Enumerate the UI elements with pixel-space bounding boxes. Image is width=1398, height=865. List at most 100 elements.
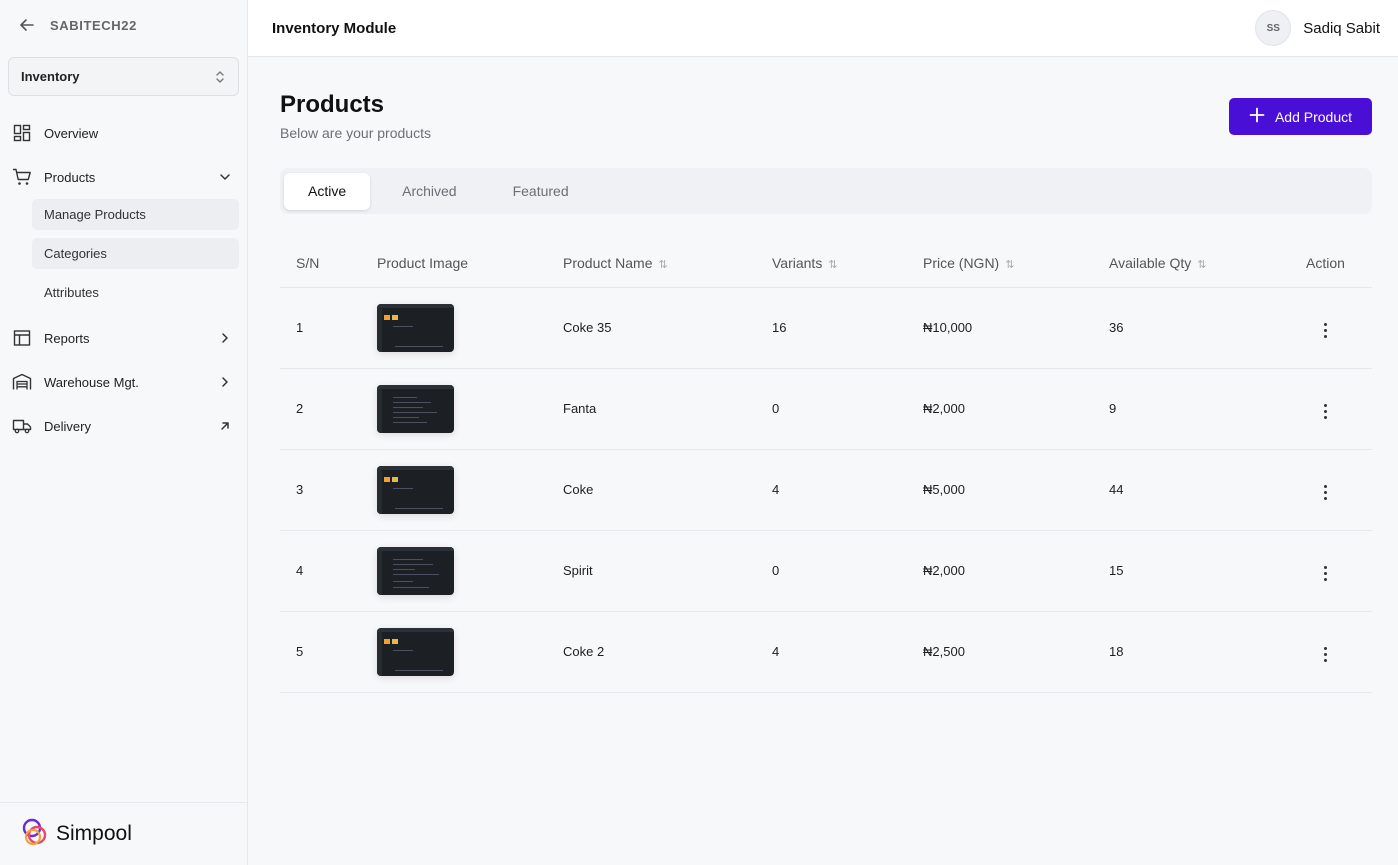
cell-action — [1279, 449, 1372, 531]
sidebar-item-overview[interactable]: Overview — [0, 111, 247, 155]
chevron-right-icon — [217, 374, 233, 390]
cart-icon — [12, 167, 32, 187]
column-header-sn: S/N — [280, 240, 377, 288]
brand-name: Simpool — [56, 822, 132, 845]
cell-name: Coke 35 — [563, 287, 772, 369]
add-product-button[interactable]: Add Product — [1229, 98, 1372, 135]
sort-icon[interactable]: ⇅ — [1005, 258, 1014, 271]
cell-qty: 18 — [1109, 611, 1279, 693]
cell-image — [377, 449, 563, 531]
products-table: S/N Product Image Product Name ⇅ Variants… — [280, 240, 1372, 693]
table-row[interactable]: 5 Coke 2 4 ₦2,500 18 — [280, 611, 1372, 693]
cell-variants: 16 — [772, 287, 923, 369]
table-row[interactable]: 2 Fanta 0 ₦2,000 9 — [280, 368, 1372, 450]
product-image[interactable] — [377, 627, 454, 676]
sidebar-item-label: Warehouse Mgt. — [44, 374, 139, 390]
more-vertical-icon[interactable] — [1316, 483, 1336, 503]
column-header-variants[interactable]: Variants ⇅ — [772, 240, 923, 288]
cell-qty: 15 — [1109, 530, 1279, 612]
product-image[interactable] — [377, 546, 454, 595]
cell-variants: 0 — [772, 530, 923, 612]
product-image[interactable] — [377, 384, 454, 433]
org-header: SABITECH22 — [0, 0, 247, 50]
sidebar-item-label: Reports — [44, 330, 90, 346]
cell-sn: 4 — [280, 530, 377, 612]
more-vertical-icon[interactable] — [1316, 645, 1336, 665]
cell-image — [377, 287, 563, 369]
report-icon — [12, 328, 32, 348]
back-arrow-icon[interactable] — [18, 16, 36, 34]
page-header: Products Below are your products Add Pro… — [280, 91, 1372, 141]
module-select[interactable]: Inventory — [8, 57, 239, 96]
sidebar-item-warehouse[interactable]: Warehouse Mgt. — [0, 360, 247, 404]
cell-image — [377, 611, 563, 693]
user-name: Sadiq Sabit — [1303, 19, 1380, 37]
external-link-icon — [217, 418, 233, 434]
cell-price: ₦10,000 — [923, 287, 1109, 369]
topbar: Inventory Module SS Sadiq Sabit — [248, 0, 1398, 57]
tab-featured[interactable]: Featured — [489, 173, 593, 210]
cell-image — [377, 530, 563, 612]
sort-icon[interactable]: ⇅ — [658, 258, 667, 271]
chevron-down-icon — [217, 169, 233, 185]
cell-action — [1279, 368, 1372, 450]
chevron-right-icon — [217, 330, 233, 346]
product-tabs: Active Archived Featured — [280, 168, 1372, 214]
sidebar-item-products[interactable]: Products — [0, 155, 247, 199]
more-vertical-icon[interactable] — [1316, 402, 1336, 422]
column-header-price[interactable]: Price (NGN) ⇅ — [923, 240, 1109, 288]
brand-footer: Simpool — [0, 802, 247, 865]
table-header-row: S/N Product Image Product Name ⇅ Variants… — [280, 240, 1372, 288]
main-content: Products Below are your products Add Pro… — [280, 57, 1372, 693]
sidebar-item-reports[interactable]: Reports — [0, 316, 247, 360]
add-product-label: Add Product — [1274, 108, 1353, 125]
products-submenu: Manage Products Categories Attributes — [0, 199, 247, 308]
cell-price: ₦2,000 — [923, 368, 1109, 450]
cell-action — [1279, 287, 1372, 369]
more-vertical-icon[interactable] — [1316, 321, 1336, 341]
sidebar-item-label: Overview — [44, 125, 99, 141]
cell-name: Coke — [563, 449, 772, 531]
cell-image — [377, 368, 563, 450]
cell-sn: 5 — [280, 611, 377, 693]
module-title: Inventory Module — [272, 19, 397, 37]
cell-price: ₦2,000 — [923, 530, 1109, 612]
page-subtitle: Below are your products — [280, 125, 431, 141]
column-header-image: Product Image — [377, 240, 563, 288]
sidebar-item-delivery[interactable]: Delivery — [0, 404, 247, 448]
module-select-value: Inventory — [21, 69, 80, 84]
sort-icon[interactable]: ⇅ — [1197, 258, 1206, 271]
avatar: SS — [1255, 10, 1292, 46]
chevron-updown-icon — [214, 70, 226, 84]
sort-icon[interactable]: ⇅ — [828, 258, 837, 271]
column-header-qty[interactable]: Available Qty ⇅ — [1109, 240, 1279, 288]
column-header-name[interactable]: Product Name ⇅ — [563, 240, 772, 288]
sidebar-item-label: Products — [44, 169, 96, 185]
product-image[interactable] — [377, 303, 454, 352]
table-row[interactable]: 4 Spirit 0 ₦2,000 15 — [280, 530, 1372, 612]
cell-price: ₦5,000 — [923, 449, 1109, 531]
product-image[interactable] — [377, 465, 454, 514]
cell-name: Coke 2 — [563, 611, 772, 693]
plus-icon — [1249, 107, 1265, 126]
tab-active[interactable]: Active — [284, 172, 371, 210]
cell-price: ₦2,500 — [923, 611, 1109, 693]
cell-variants: 4 — [772, 449, 923, 531]
sidebar: SABITECH22 Inventory Overview Products M… — [0, 0, 248, 865]
cell-qty: 44 — [1109, 449, 1279, 531]
sidebar-subitem-manage-products[interactable]: Manage Products — [32, 199, 239, 230]
sidebar-subitem-attributes[interactable]: Attributes — [32, 277, 239, 308]
page-title: Products — [280, 91, 385, 118]
cell-qty: 36 — [1109, 287, 1279, 369]
more-vertical-icon[interactable] — [1316, 564, 1336, 584]
tab-archived[interactable]: Archived — [378, 173, 480, 210]
table-row[interactable]: 3 Coke 4 ₦5,000 44 — [280, 449, 1372, 531]
user-menu[interactable]: SS Sadiq Sabit — [1255, 10, 1380, 46]
sidebar-subitem-categories[interactable]: Categories — [32, 238, 239, 269]
table-row[interactable]: 1 Coke 35 16 ₦10,000 36 — [280, 287, 1372, 369]
simpool-logo-icon — [20, 817, 50, 852]
cell-action — [1279, 530, 1372, 612]
cell-action — [1279, 611, 1372, 693]
sidebar-nav: Overview Products Manage Products Catego… — [0, 111, 247, 448]
warehouse-icon — [12, 372, 32, 392]
